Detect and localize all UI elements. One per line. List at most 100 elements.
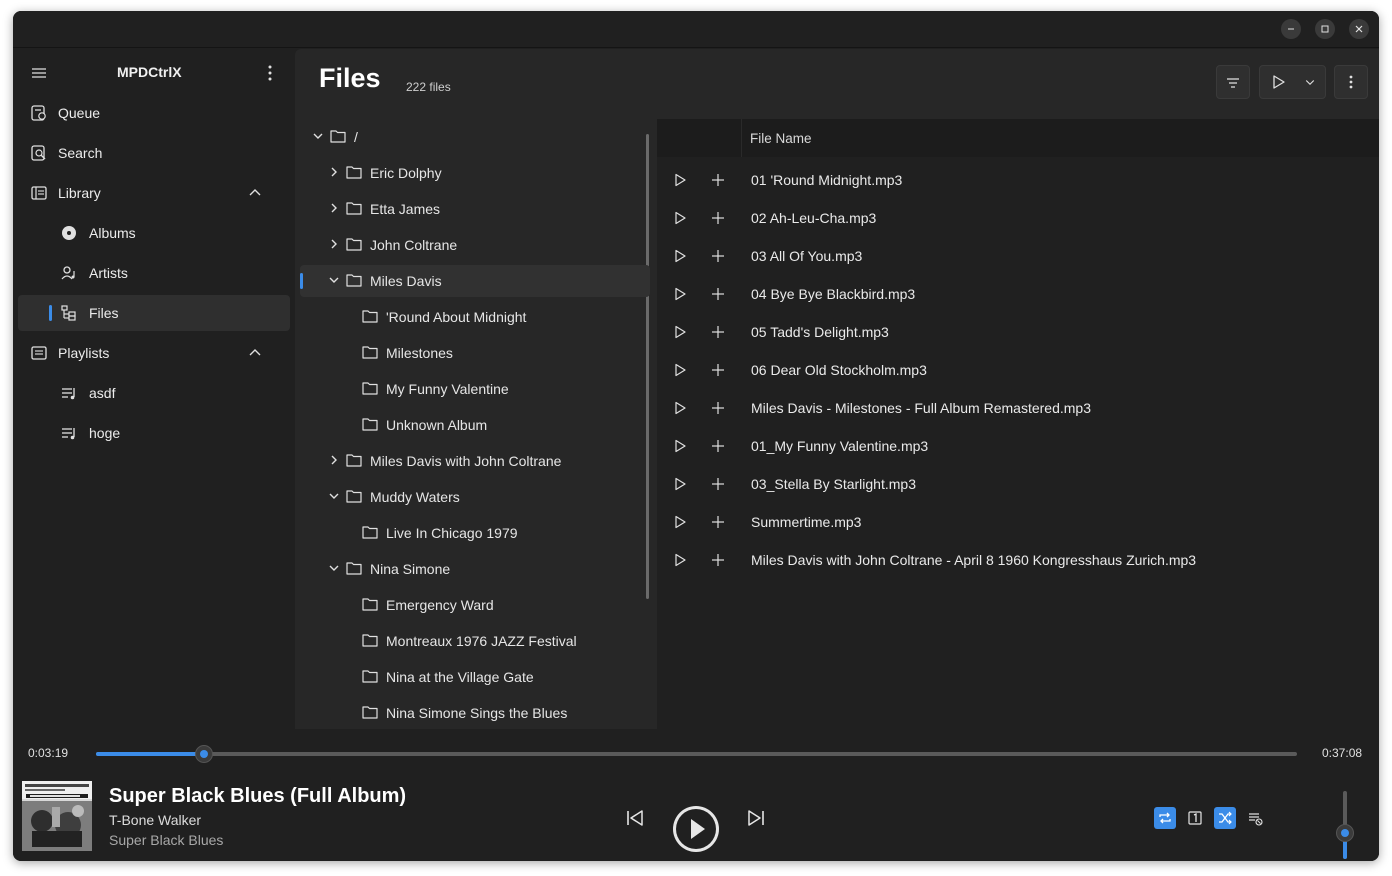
chevron-right-icon[interactable] (328, 166, 340, 178)
play-icon[interactable] (673, 249, 687, 263)
random-toggle[interactable] (1214, 807, 1236, 829)
artist-icon (61, 266, 75, 280)
chevron-right-icon[interactable] (328, 454, 340, 466)
tree-node[interactable]: Live In Chicago 1979 (300, 517, 650, 549)
repeat-toggle[interactable] (1154, 807, 1176, 829)
tree-node[interactable]: Miles Davis with John Coltrane (300, 445, 650, 477)
tree-node[interactable]: Montreaux 1976 JAZZ Festival (300, 625, 650, 657)
file-row[interactable]: 03_Stella By Starlight.mp3 (657, 465, 1379, 503)
add-icon[interactable] (711, 515, 725, 529)
tree-node[interactable]: Muddy Waters (300, 481, 650, 513)
file-row[interactable]: Summertime.mp3 (657, 503, 1379, 541)
tree-node-label: Emergency Ward (386, 597, 494, 613)
add-icon[interactable] (711, 249, 725, 263)
play-icon[interactable] (673, 439, 687, 453)
sidebar-item-search[interactable]: Search (18, 135, 290, 171)
play-icon[interactable] (673, 553, 687, 567)
folder-tree: / Eric Dolphy Etta James John Coltrane Miles… (295, 119, 655, 729)
add-icon[interactable] (711, 553, 725, 567)
close-icon (1355, 25, 1363, 33)
add-icon[interactable] (711, 211, 725, 225)
tree-node[interactable]: Emergency Ward (300, 589, 650, 621)
tree-node[interactable]: Milestones (300, 337, 650, 369)
file-row[interactable]: 03 All Of You.mp3 (657, 237, 1379, 275)
file-row[interactable]: 06 Dear Old Stockholm.mp3 (657, 351, 1379, 389)
file-row[interactable]: 01 'Round Midnight.mp3 (657, 161, 1379, 199)
tree-node[interactable]: Etta James (300, 193, 650, 225)
single-toggle[interactable] (1184, 807, 1206, 829)
file-row[interactable]: 05 Tadd's Delight.mp3 (657, 313, 1379, 351)
tree-node[interactable]: Nina at the Village Gate (300, 661, 650, 693)
play-icon[interactable] (673, 173, 687, 187)
sidebar-item-playlist-asdf[interactable]: asdf (18, 375, 290, 411)
tree-node[interactable]: My Funny Valentine (300, 373, 650, 405)
consume-toggle[interactable] (1244, 807, 1266, 829)
chevron-up-icon[interactable] (248, 186, 262, 200)
chevron-down-icon[interactable] (328, 490, 340, 502)
seek-bar[interactable] (96, 745, 1297, 763)
chevron-down-icon[interactable] (328, 274, 340, 286)
play-icon[interactable] (673, 477, 687, 491)
chevron-right-icon[interactable] (328, 238, 340, 250)
sidebar-item-artists[interactable]: Artists (18, 255, 290, 291)
hamburger-menu-icon[interactable] (31, 65, 47, 81)
file-row[interactable]: 01_My Funny Valentine.mp3 (657, 427, 1379, 465)
tree-node[interactable]: Eric Dolphy (300, 157, 650, 189)
file-row[interactable]: 04 Bye Bye Blackbird.mp3 (657, 275, 1379, 313)
sidebar-item-files[interactable]: Files (18, 295, 290, 331)
add-icon[interactable] (711, 363, 725, 377)
add-icon[interactable] (711, 287, 725, 301)
next-track-icon[interactable] (746, 808, 766, 828)
column-divider[interactable] (741, 119, 742, 157)
add-icon[interactable] (711, 173, 725, 187)
play-icon[interactable] (673, 325, 687, 339)
add-icon[interactable] (711, 477, 725, 491)
maximize-button[interactable] (1315, 19, 1335, 39)
folder-icon (346, 490, 362, 503)
minimize-button[interactable] (1281, 19, 1301, 39)
sidebar-item-queue[interactable]: Queue (18, 95, 290, 131)
file-row[interactable]: 02 Ah-Leu-Cha.mp3 (657, 199, 1379, 237)
tree-node[interactable]: 'Round About Midnight (300, 301, 650, 333)
tree-node[interactable]: / (300, 121, 650, 153)
sidebar-item-playlist-hoge[interactable]: hoge (18, 415, 290, 451)
tree-node[interactable]: John Coltrane (300, 229, 650, 261)
play-icon[interactable] (673, 287, 687, 301)
file-tree-icon (61, 305, 76, 321)
sidebar-item-albums[interactable]: Albums (18, 215, 290, 251)
play-icon[interactable] (673, 363, 687, 377)
sidebar-item-label: Albums (89, 225, 136, 241)
seek-handle[interactable] (195, 745, 214, 763)
close-button[interactable] (1349, 19, 1369, 39)
tree-node-label: Eric Dolphy (370, 165, 442, 181)
chevron-right-icon[interactable] (328, 202, 340, 214)
chevron-down-icon[interactable] (312, 130, 324, 142)
play-icon[interactable] (673, 401, 687, 415)
tree-node-label: Miles Davis with John Coltrane (370, 453, 562, 469)
tree-node[interactable]: Nina Simone (300, 553, 650, 585)
file-row[interactable]: Miles Davis - Milestones - Full Album Re… (657, 389, 1379, 427)
column-header-file-name[interactable]: File Name (750, 131, 812, 146)
more-options-icon[interactable] (263, 64, 277, 82)
previous-track-icon[interactable] (625, 808, 645, 828)
play-icon[interactable] (673, 515, 687, 529)
more-button[interactable] (1334, 65, 1368, 99)
play-options-button[interactable] (1259, 65, 1326, 99)
play-icon[interactable] (673, 211, 687, 225)
tree-node[interactable]: Nina Simone Sings the Blues (300, 697, 650, 729)
tree-node[interactable]: Unknown Album (300, 409, 650, 441)
filter-button[interactable] (1216, 65, 1250, 99)
add-icon[interactable] (711, 325, 725, 339)
tree-node[interactable]: Miles Davis (300, 265, 650, 297)
tree-node-label: Unknown Album (386, 417, 488, 433)
play-pause-button[interactable] (671, 804, 721, 854)
volume-handle[interactable] (1336, 824, 1354, 843)
folder-icon (346, 202, 362, 215)
add-icon[interactable] (711, 439, 725, 453)
add-icon[interactable] (711, 401, 725, 415)
chevron-up-icon[interactable] (248, 346, 262, 360)
sidebar-item-playlists[interactable]: Playlists (18, 335, 290, 371)
sidebar-item-library[interactable]: Library (18, 175, 290, 211)
file-row[interactable]: Miles Davis with John Coltrane - April 8… (657, 541, 1379, 579)
chevron-down-icon[interactable] (328, 562, 340, 574)
